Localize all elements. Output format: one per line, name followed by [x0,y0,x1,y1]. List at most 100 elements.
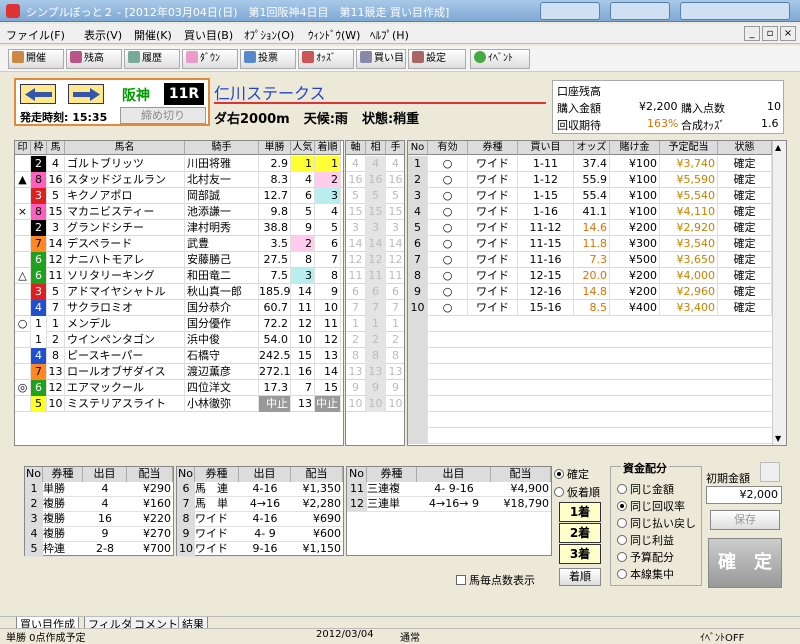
axis-cell[interactable]: 2 [366,332,386,348]
menu-window[interactable]: ｳｨﾝﾄﾞｳ(W) [308,27,360,43]
horse-row[interactable]: 2 3 グランドシチー 津村明秀 38.8 9 5 [15,220,343,236]
history-button[interactable]: 履歴 [124,49,180,69]
menu-kaisai[interactable]: 開催(K) [134,27,172,43]
bet-row[interactable]: 7 ○ ワイド 11-16 7.3 ¥500 ¥3,650 確定 [408,252,786,268]
third-place-button[interactable]: 3着 [559,544,601,564]
axis-cell[interactable]: 3 [346,220,366,236]
provisional-radio[interactable]: 仮着順 [554,484,600,500]
calculator-icon[interactable] [760,462,780,482]
horse-row[interactable]: 2 4 ゴルトブリッツ 川田将雅 2.9 1 1 [15,156,343,172]
vote-button[interactable]: 投票 [240,49,296,69]
axis-cell[interactable]: 11 [366,268,386,284]
order-button[interactable]: 着順 [559,568,601,586]
alloc-budget[interactable]: 予算配分 [617,549,674,565]
balance-button[interactable]: 残高 [66,49,122,69]
confirmed-radio[interactable]: 確定 [554,466,589,482]
axis-cell[interactable]: 13 [346,364,366,380]
axis-cell[interactable]: 12 [346,252,366,268]
horse-row[interactable]: 6 12 ナニハトモアレ 安藤勝己 27.5 8 7 [15,252,343,268]
axis-cell[interactable]: 6 [366,284,386,300]
horse-row[interactable]: 7 14 デスペラード 武豊 3.5 2 6 [15,236,343,252]
taskbar-button[interactable] [540,2,600,20]
axis-cell[interactable]: 8 [366,348,386,364]
show-points-checkbox[interactable]: 馬毎点数表示 [456,572,535,588]
horse-row[interactable]: 3 5 アドマイヤシャトル 秋山真一郎 185.9 14 9 [15,284,343,300]
axis-cell[interactable]: 15 [346,204,366,220]
axis-cell[interactable]: 13 [366,364,386,380]
bet-row[interactable]: 8 ○ ワイド 12-15 20.0 ¥200 ¥4,000 確定 [408,268,786,284]
alloc-same-amount[interactable]: 同じ金額 [617,481,674,497]
first-place-button[interactable]: 1着 [559,502,601,522]
axis-cell[interactable]: 8 [386,348,404,364]
axis-cell[interactable]: 3 [366,220,386,236]
axis-cell[interactable]: 6 [386,284,404,300]
axis-cell[interactable]: 2 [386,332,404,348]
axis-cell[interactable]: 4 [386,156,404,172]
menu-kaime[interactable]: 買い目(B) [184,27,233,43]
horse-row[interactable]: ◎ 6 12 エアマックール 四位洋文 17.3 7 15 [15,380,343,396]
axis-cell[interactable]: 4 [346,156,366,172]
menu-option[interactable]: ｵﾌﾟｼｮﾝ(O) [244,27,294,43]
bet-row[interactable]: 5 ○ ワイド 11-12 14.6 ¥200 ¥2,920 確定 [408,220,786,236]
taskbar-button[interactable] [610,2,670,20]
axis-cell[interactable]: 9 [386,380,404,396]
axis-cell[interactable]: 10 [386,396,404,412]
axis-cell[interactable]: 16 [366,172,386,188]
horse-row[interactable]: △ 6 11 ソリタリーキング 和田竜二 7.5 3 8 [15,268,343,284]
axis-cell[interactable]: 8 [346,348,366,364]
axis-cell[interactable]: 7 [346,300,366,316]
restore-icon[interactable]: ▫ [762,26,778,41]
menu-file[interactable]: ファイル(F) [6,27,65,43]
next-race-button[interactable] [68,84,104,104]
bet-row[interactable]: 9 ○ ワイド 12-16 14.8 ¥200 ¥2,960 確定 [408,284,786,300]
bet-row[interactable]: 6 ○ ワイド 11-15 11.8 ¥300 ¥3,540 確定 [408,236,786,252]
scroll-up-icon[interactable]: ▲ [775,143,781,152]
axis-cell[interactable]: 13 [386,364,404,380]
confirm-button[interactable]: 確 定 [708,538,782,588]
horse-row[interactable]: ▲ 8 16 スタッドジェルラン 北村友一 8.3 4 2 [15,172,343,188]
settings-button[interactable]: 設定 [408,49,466,69]
save-button[interactable]: 保存 [710,510,780,530]
initial-amount-input[interactable]: ¥2,000 [706,486,782,504]
axis-cell[interactable]: 15 [366,204,386,220]
axis-cell[interactable]: 2 [346,332,366,348]
axis-cell[interactable]: 6 [346,284,366,300]
axis-cell[interactable]: 5 [346,188,366,204]
kaime-button[interactable]: 買い目 [356,49,406,69]
axis-cell[interactable]: 14 [366,236,386,252]
axis-cell[interactable]: 1 [366,316,386,332]
axis-cell[interactable]: 16 [386,172,404,188]
horse-row[interactable]: 5 10 ミステリアスライト 小林徹弥 中止 13 中止 [15,396,343,412]
second-place-button[interactable]: 2着 [559,523,601,543]
minimize-icon[interactable]: _ [744,26,760,41]
download-button[interactable]: ﾀﾞｳﾝ [182,49,238,69]
axis-cell[interactable]: 11 [386,268,404,284]
alloc-same-rate[interactable]: 同じ回収率 [617,498,685,514]
taskbar-button[interactable] [680,2,790,20]
axis-cell[interactable]: 9 [366,380,386,396]
horse-row[interactable]: 1 2 ウインペンタゴン 浜中俊 54.0 10 12 [15,332,343,348]
scroll-down-icon[interactable]: ▼ [775,434,781,443]
axis-cell[interactable]: 11 [346,268,366,284]
axis-cell[interactable]: 7 [386,300,404,316]
axis-cell[interactable]: 7 [366,300,386,316]
axis-cell[interactable]: 12 [366,252,386,268]
axis-cell[interactable]: 5 [366,188,386,204]
event-button[interactable]: ｲﾍﾞﾝﾄ [470,49,530,69]
alloc-focus[interactable]: 本線集中 [617,566,674,582]
axis-cell[interactable]: 16 [346,172,366,188]
axis-cell[interactable]: 15 [386,204,404,220]
bet-row[interactable]: 10 ○ ワイド 15-16 8.5 ¥400 ¥3,400 確定 [408,300,786,316]
bet-row[interactable]: 3 ○ ワイド 1-15 55.4 ¥100 ¥5,540 確定 [408,188,786,204]
prev-race-button[interactable] [20,84,56,104]
axis-cell[interactable]: 14 [346,236,366,252]
axis-cell[interactable]: 3 [386,220,404,236]
axis-cell[interactable]: 10 [346,396,366,412]
bet-row[interactable]: 1 ○ ワイド 1-11 37.4 ¥100 ¥3,740 確定 [408,156,786,172]
axis-cell[interactable]: 12 [386,252,404,268]
menu-help[interactable]: ﾍﾙﾌﾟ(H) [370,27,409,43]
alloc-same-profit[interactable]: 同じ利益 [617,532,674,548]
kaisai-button[interactable]: 開催 [8,49,64,69]
axis-cell[interactable]: 1 [386,316,404,332]
cutoff-button[interactable]: 締め切り [120,107,206,124]
